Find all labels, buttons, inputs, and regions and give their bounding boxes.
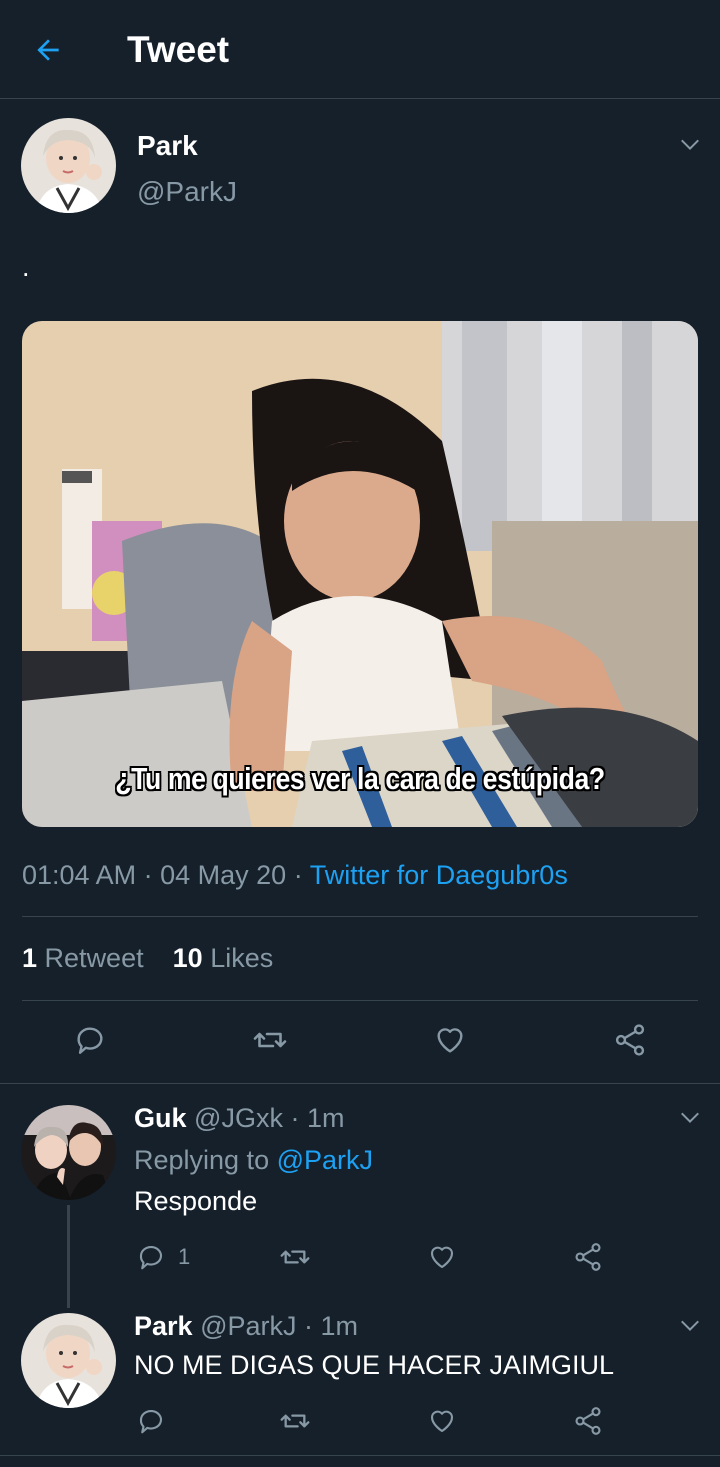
like-button[interactable] — [430, 1020, 470, 1060]
avatar[interactable] — [21, 118, 116, 213]
tweet-stats: 1 Retweet 10 Likes — [22, 943, 273, 974]
reply-share-button[interactable] — [571, 1404, 605, 1438]
meta-separator: · — [293, 860, 303, 890]
reply-icon — [77, 1027, 103, 1054]
reply-header: Park @ParkJ · 1m — [134, 1311, 358, 1342]
reply-author-handle[interactable]: @ParkJ — [200, 1311, 296, 1341]
likes-label: Likes — [210, 943, 274, 973]
chevron-down-icon — [681, 1112, 699, 1124]
retweet-icon — [280, 1250, 310, 1264]
tweet-text: . — [22, 252, 30, 282]
tweet-image[interactable]: ¿Tu me quieres ver la cara de estúpida? — [22, 321, 698, 827]
reply-author-handle[interactable]: @JGxk — [194, 1103, 283, 1133]
reply-like-button[interactable] — [425, 1240, 459, 1274]
page-title: Tweet — [127, 29, 230, 70]
reply-reply-button[interactable] — [134, 1240, 168, 1274]
reply-reply-count: 1 — [178, 1244, 191, 1269]
heart-icon — [430, 1246, 454, 1269]
replying-to-link[interactable]: @ParkJ — [277, 1145, 373, 1175]
reply-menu-button[interactable] — [676, 1311, 704, 1339]
reply-time: · 1m — [304, 1311, 359, 1341]
retweets-stat[interactable]: 1 Retweet — [22, 943, 144, 973]
meme-caption: ¿Tu me quieres ver la cara de estúpida? — [115, 761, 605, 796]
reply-reply-button[interactable] — [134, 1404, 168, 1438]
tweet-date: 04 May 20 — [160, 860, 287, 890]
likes-stat[interactable]: 10 Likes — [173, 943, 274, 973]
reply-header: Guk @JGxk · 1m — [134, 1103, 344, 1134]
reply-like-button[interactable] — [425, 1404, 459, 1438]
stats-divider — [22, 1000, 698, 1001]
header-divider — [0, 98, 720, 99]
heart-icon — [437, 1028, 463, 1053]
retweet-icon — [253, 1032, 287, 1048]
share-icon — [575, 1243, 601, 1271]
retweets-count: 1 — [22, 943, 38, 973]
reply-button[interactable] — [70, 1020, 110, 1060]
tweet-menu-button[interactable] — [676, 130, 704, 158]
back-button[interactable] — [20, 22, 76, 78]
retweets-label: Retweet — [44, 943, 144, 973]
reply-avatar[interactable] — [21, 1105, 116, 1200]
share-icon — [615, 1024, 645, 1056]
heart-icon — [430, 1410, 454, 1433]
reply-icon — [139, 1245, 163, 1270]
replying-to: Replying to @ParkJ — [134, 1145, 373, 1176]
tweet-meta: 01:04 AM · 04 May 20 · Twitter for Daegu… — [22, 860, 568, 891]
meme-photo — [22, 321, 698, 827]
chevron-down-icon — [681, 1320, 699, 1332]
reply-share-button[interactable] — [571, 1240, 605, 1274]
author-handle[interactable]: @ParkJ — [137, 176, 237, 208]
arrow-left-icon — [37, 39, 59, 61]
reply-time: · 1m — [290, 1103, 345, 1133]
reply-menu-button[interactable] — [676, 1103, 704, 1131]
reply-text: Responde — [134, 1186, 258, 1216]
reply-icon — [139, 1409, 163, 1434]
bottom-divider — [0, 1455, 720, 1456]
reply-author-name[interactable]: Park — [134, 1311, 193, 1341]
meta-separator: · — [143, 860, 153, 890]
meta-divider — [22, 916, 698, 917]
tweet-time: 01:04 AM — [22, 860, 137, 890]
actions-divider — [0, 1083, 720, 1084]
tweet-source-link[interactable]: Twitter for Daegubr0s — [310, 860, 568, 890]
retweet-button[interactable] — [250, 1020, 290, 1060]
reply-retweet-button[interactable] — [278, 1240, 312, 1274]
likes-count: 10 — [172, 943, 203, 973]
share-button[interactable] — [610, 1020, 650, 1060]
reply-author-name[interactable]: Guk — [134, 1103, 187, 1133]
share-icon — [575, 1407, 601, 1435]
reply-avatar[interactable] — [21, 1313, 116, 1408]
author-name[interactable]: Park — [137, 130, 198, 162]
chevron-down-icon — [681, 139, 699, 151]
reply-retweet-button[interactable] — [278, 1404, 312, 1438]
thread-line — [67, 1205, 70, 1308]
reply-text: NO ME DIGAS QUE HACER JAIMGIUL — [134, 1350, 615, 1380]
replying-to-label: Replying to — [134, 1145, 270, 1175]
retweet-icon — [280, 1414, 310, 1428]
